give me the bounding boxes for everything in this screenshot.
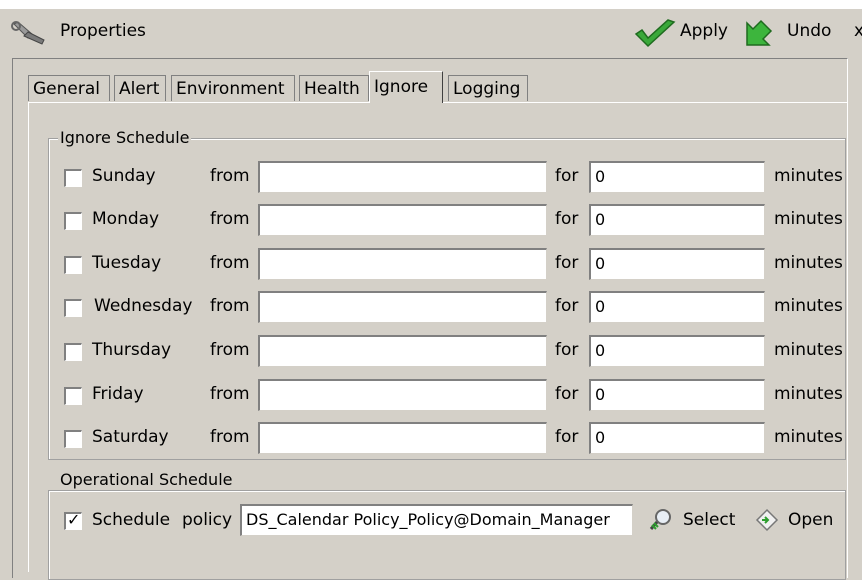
day-label: Sunday [92,166,156,186]
from-time-field[interactable] [258,204,547,236]
day-label: Friday [92,384,144,404]
from-time-field[interactable] [258,335,547,367]
tab-alert[interactable]: Alert [114,75,166,101]
for-label: for [555,209,579,229]
from-label: from [210,296,250,316]
checkmark: ✓ [67,510,81,529]
minutes-label: minutes [774,296,843,316]
open-button[interactable]: Open [788,510,833,530]
day-label: Monday [92,209,160,229]
from-time-field[interactable] [258,379,547,411]
duration-field[interactable]: 0 [589,291,765,323]
undo-arrow-icon[interactable] [741,17,775,51]
from-label: from [210,340,250,360]
wrench-icon [11,21,45,45]
for-label: for [555,427,579,447]
tab-logging[interactable]: Logging [448,75,528,101]
day-checkbox[interactable] [64,169,82,187]
for-label: for [555,296,579,316]
duration-field[interactable]: 0 [589,248,765,280]
day-label: Thursday [92,340,172,360]
minutes-label: minutes [774,340,843,360]
from-label: from [210,384,250,404]
from-time-field[interactable] [258,422,547,454]
tab-environment[interactable]: Environment [171,75,295,101]
open-icon[interactable] [754,507,780,533]
window-title: Properties [60,21,146,41]
ignore-schedule-legend: Ignore Schedule [58,128,192,147]
day-label: Tuesday [92,253,162,273]
from-label: from [210,253,250,273]
day-label: Saturday [92,427,169,447]
day-checkbox[interactable] [64,212,82,230]
duration-field[interactable]: 0 [589,379,765,411]
undo-button[interactable]: Undo [787,21,831,41]
operational-schedule-legend: Operational Schedule [58,470,235,489]
top-border [0,0,862,9]
tab-health[interactable]: Health [299,75,369,101]
duration-field[interactable]: 0 [589,422,765,454]
tab-ignore[interactable]: Ignore [369,71,443,103]
day-checkbox[interactable] [64,387,82,405]
policy-field[interactable]: DS_Calendar Policy_Policy@Domain_Manager [240,504,633,536]
from-label: from [210,209,250,229]
properties-header: Properties Apply Undo x [0,9,862,55]
close-button[interactable]: x [854,21,862,41]
for-label: for [555,253,579,273]
from-label: from [210,427,250,447]
minutes-label: minutes [774,166,843,186]
for-label: for [555,340,579,360]
schedule-checkbox[interactable]: ✓ [64,510,82,530]
select-button[interactable]: Select [683,510,735,530]
minutes-label: minutes [774,209,843,229]
for-label: for [555,384,579,404]
day-checkbox[interactable] [64,343,82,361]
from-time-field[interactable] [258,248,547,280]
day-checkbox[interactable] [64,430,82,448]
magnifier-icon[interactable] [648,507,674,533]
from-time-field[interactable] [258,291,547,323]
for-label: for [555,166,579,186]
duration-field[interactable]: 0 [589,204,765,236]
minutes-label: minutes [774,427,843,447]
day-checkbox[interactable] [64,256,82,274]
day-label: Wednesday [94,296,193,316]
day-checkbox[interactable] [64,299,82,317]
from-label: from [210,166,250,186]
duration-field[interactable]: 0 [589,335,765,367]
tab-general[interactable]: General [28,75,110,101]
minutes-label: minutes [774,253,843,273]
apply-button[interactable]: Apply [680,21,728,41]
policy-label: policy [182,510,233,530]
from-time-field[interactable] [258,161,547,193]
checkmark-icon[interactable] [632,18,678,50]
schedule-label: Schedule [92,510,171,530]
duration-field[interactable]: 0 [589,161,765,193]
minutes-label: minutes [774,384,843,404]
